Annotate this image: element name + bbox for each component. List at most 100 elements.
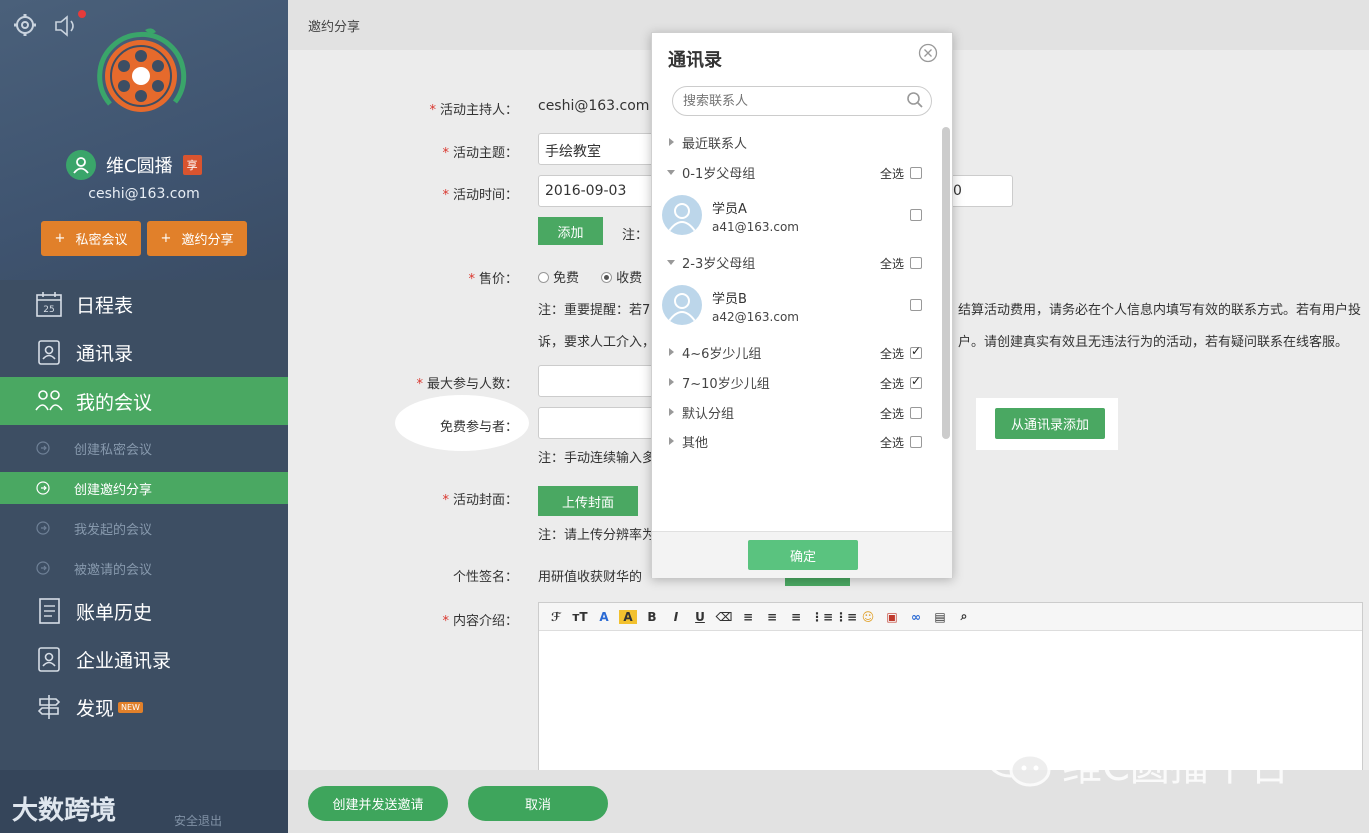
- user-icon: [668, 293, 696, 322]
- bold-icon[interactable]: B: [643, 610, 661, 624]
- new-badge: NEW: [118, 701, 143, 713]
- sub-my-initiated[interactable]: 我发起的会议: [0, 512, 288, 544]
- end-time-input[interactable]: 0: [948, 175, 1013, 207]
- sub-create-invite[interactable]: 创建邀约分享: [0, 472, 288, 504]
- eraser-icon[interactable]: ⌫: [715, 610, 733, 624]
- sub-invited[interactable]: 被邀请的会议: [0, 552, 288, 584]
- from-contacts-button[interactable]: 从通讯录添加: [995, 408, 1105, 439]
- chevron-right-icon: [669, 408, 674, 416]
- group-checkbox[interactable]: [910, 257, 922, 269]
- nav-label: 我的会议: [76, 391, 153, 414]
- select-all-label: 全选: [880, 257, 905, 271]
- user-email: ceshi@163.com: [88, 186, 200, 202]
- nav-contacts[interactable]: 通讯录: [0, 328, 288, 376]
- underline-icon[interactable]: U: [691, 610, 709, 624]
- link-icon[interactable]: ∞: [907, 610, 925, 624]
- contact-search-input[interactable]: [672, 86, 932, 116]
- avatar: [662, 195, 702, 235]
- chevron-right-icon: [669, 378, 674, 386]
- add-note: 注：: [622, 228, 649, 243]
- svg-text:25: 25: [43, 305, 54, 315]
- group-checkbox[interactable]: [910, 436, 922, 448]
- nav-billing[interactable]: 账单历史: [0, 587, 288, 635]
- invite-share-label: 邀约分享: [181, 233, 234, 248]
- date-input[interactable]: 2016-09-03: [538, 175, 658, 207]
- image-icon[interactable]: ▣: [883, 610, 901, 624]
- sub-create-private[interactable]: 创建私密会议: [0, 432, 288, 464]
- user-info: 维C圆播 享: [66, 150, 202, 180]
- price-label: * 售价：: [468, 272, 518, 287]
- arrow-circle-icon: [36, 441, 50, 455]
- close-icon[interactable]: [918, 43, 938, 63]
- free-participants-label: 免费参与者：: [439, 420, 518, 435]
- scrollbar[interactable]: [942, 127, 950, 439]
- font-color-icon[interactable]: A: [595, 610, 613, 624]
- price-paid-option[interactable]: 收费: [601, 271, 642, 286]
- user-icon: [73, 157, 89, 174]
- price-note-1a: 注：重要提醒：若7: [538, 303, 651, 318]
- private-meeting-button[interactable]: + 私密会议: [41, 221, 141, 256]
- align-left-icon[interactable]: ≡: [739, 610, 757, 624]
- upload-cover-button[interactable]: 上传封面: [538, 486, 638, 516]
- group-checkbox[interactable]: [910, 167, 922, 179]
- price-free-option[interactable]: 免费: [538, 271, 579, 286]
- avatar[interactable]: [66, 150, 96, 180]
- nav-my-meetings[interactable]: 我的会议: [0, 377, 288, 425]
- chevron-right-icon: [669, 348, 674, 356]
- radio-icon: [538, 272, 549, 283]
- ordered-list-icon[interactable]: ⋮≡: [811, 610, 833, 624]
- sidebar: 维C圆播 享 ceshi@163.com + 私密会议 + 邀约分享 25 日程…: [0, 0, 288, 833]
- font-family-icon[interactable]: ℱ: [547, 610, 565, 624]
- nav-schedule[interactable]: 25 日程表: [0, 280, 288, 328]
- breadcrumb: 邀约分享: [308, 20, 361, 35]
- cover-note: 注：请上传分辨率为: [538, 528, 656, 543]
- invite-share-button[interactable]: + 邀约分享: [147, 221, 247, 256]
- member-checkbox[interactable]: [910, 209, 922, 221]
- bill-icon: [39, 598, 60, 624]
- highlight-color-icon[interactable]: A: [619, 609, 637, 624]
- font-size-icon[interactable]: тT: [571, 610, 589, 624]
- nav-enterprise-contacts[interactable]: 企业通讯录: [0, 635, 288, 683]
- member-email: a42@163.com: [712, 310, 799, 324]
- nav-discover[interactable]: 发现 NEW: [0, 683, 288, 731]
- gear-icon[interactable]: [12, 12, 38, 38]
- select-all-label: 全选: [880, 377, 905, 391]
- emoji-icon[interactable]: ☺: [859, 610, 877, 624]
- free-participants-input[interactable]: [538, 407, 658, 439]
- preview-icon[interactable]: ⌕: [955, 609, 973, 624]
- signpost-icon: [37, 695, 61, 719]
- radio-icon: [601, 272, 613, 283]
- arrow-circle-icon: [36, 521, 50, 535]
- add-time-button[interactable]: 添加: [538, 217, 603, 245]
- plus-icon: +: [54, 231, 66, 246]
- logout-link[interactable]: 安全退出: [174, 812, 222, 829]
- plus-icon: +: [160, 231, 172, 246]
- signature-label: 个性签名：: [452, 570, 518, 585]
- calendar-icon: 25: [36, 292, 62, 317]
- source-icon[interactable]: ▤: [931, 610, 949, 624]
- align-center-icon[interactable]: ≡: [763, 610, 781, 624]
- arrow-circle-icon: [36, 481, 50, 495]
- create-and-send-button[interactable]: 创建并发送邀请: [308, 786, 448, 821]
- watermark-text: 维C圆播平台: [1062, 744, 1290, 790]
- modal-title: 通讯录: [668, 50, 722, 71]
- chevron-right-icon: [669, 437, 674, 445]
- max-people-input[interactable]: [538, 365, 658, 397]
- logo-icon: [97, 28, 187, 112]
- topic-input[interactable]: 手绘教室: [538, 133, 658, 165]
- unordered-list-icon[interactable]: ⋮≡: [835, 610, 857, 624]
- group-checkbox[interactable]: [910, 407, 922, 419]
- search-icon[interactable]: [906, 91, 924, 109]
- topic-label: * 活动主题：: [442, 146, 518, 161]
- speaker-icon[interactable]: [52, 12, 80, 40]
- confirm-button[interactable]: 确定: [748, 540, 858, 570]
- sub-label: 被邀请的会议: [74, 562, 153, 578]
- share-badge: 享: [182, 155, 202, 175]
- cancel-button[interactable]: 取消: [468, 786, 608, 821]
- member-checkbox[interactable]: [910, 299, 922, 311]
- align-right-icon[interactable]: ≡: [787, 610, 805, 624]
- group-recent[interactable]: 最近联系人: [666, 131, 926, 153]
- italic-icon[interactable]: I: [667, 610, 685, 624]
- group-checkbox[interactable]: [910, 374, 922, 389]
- group-checkbox[interactable]: [910, 344, 922, 359]
